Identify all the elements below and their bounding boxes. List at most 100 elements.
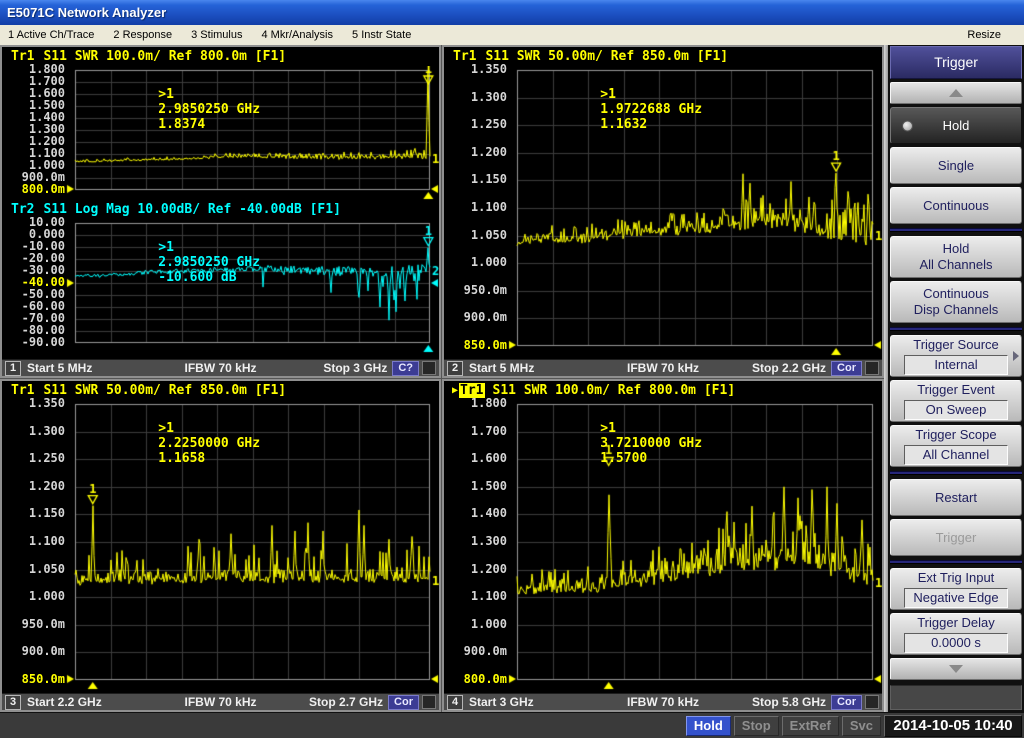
menu-stimulus[interactable]: 3 Stimulus xyxy=(189,28,244,42)
menu-active-ch-trace[interactable]: 1 Active Ch/Trace xyxy=(6,28,96,42)
button-value: Internal xyxy=(904,355,1008,375)
channel-number: 1 xyxy=(5,361,21,376)
instrument-screen: E5071C Network Analyzer 1 Active Ch/Trac… xyxy=(0,0,1024,738)
restart-button[interactable]: Restart xyxy=(890,479,1022,516)
status-box xyxy=(422,361,436,375)
sweep-state-badge: Hold xyxy=(686,716,731,736)
y-axis-tick-label: 1.300 xyxy=(2,425,65,438)
scroll-down-button[interactable] xyxy=(890,658,1022,680)
status-box xyxy=(865,695,879,709)
trace-format-info: S11 SWR 50.00m/ Ref 850.0m [F1] xyxy=(485,49,728,64)
marker-id: >1 xyxy=(158,421,174,436)
hold-all-channels-button[interactable]: Hold All Channels xyxy=(890,236,1022,278)
trigger-source-button[interactable]: Trigger Source Internal xyxy=(890,335,1022,377)
button-label: All Channels xyxy=(920,257,993,273)
softkey-separator xyxy=(890,471,1022,475)
menu-instr-state[interactable]: 5 Instr State xyxy=(350,28,413,42)
y-axis-tick-label: 850.0m xyxy=(444,339,507,352)
button-label: Disp Channels xyxy=(914,302,999,318)
channel-2-status-bar: 2 Start 5 MHz IFBW 70 kHz Stop 2.2 GHz C… xyxy=(444,359,882,376)
ifbw-value: IFBW 70 kHz xyxy=(184,361,256,375)
single-button[interactable]: Single xyxy=(890,147,1022,184)
marker-value: 1.5700 xyxy=(600,451,647,466)
y-axis-tick-label: 1.200 xyxy=(444,563,507,576)
button-value: On Sweep xyxy=(904,400,1008,420)
channel-1-status-bar: 1 Start 5 MHz IFBW 70 kHz Stop 3 GHz C? xyxy=(2,359,439,376)
sweep-start: Start 5 MHz xyxy=(469,361,534,375)
datetime-display: 2014-10-05 10:40 xyxy=(884,715,1022,737)
trigger-delay-button[interactable]: Trigger Delay 0.0000 s xyxy=(890,613,1022,655)
menu-resize[interactable]: Resize xyxy=(965,28,1003,42)
status-box xyxy=(865,361,879,375)
menu-response[interactable]: 2 Response xyxy=(111,28,174,42)
y-axis-tick-label: 950.0m xyxy=(444,284,507,297)
button-label: Trigger xyxy=(936,530,977,546)
active-trace-arrow-icon: ▶ xyxy=(452,385,458,396)
trigger-button[interactable]: Trigger xyxy=(890,519,1022,556)
button-label: Continuous xyxy=(923,198,989,214)
marker-value: -10.600 dB xyxy=(158,270,236,285)
marker-id: >1 xyxy=(600,421,616,436)
channel-4-window: ▶ Tr1 S11 SWR 100.0m/ Ref 800.0m [F1] >1… xyxy=(442,379,884,712)
y-axis-tick-label: 1.200 xyxy=(2,480,65,493)
softkey-menu-title: Trigger xyxy=(890,46,1022,79)
channel-4-status-bar: 4 Start 3 GHz IFBW 70 kHz Stop 5.8 GHz C… xyxy=(444,693,882,710)
y-axis-tick-label: 1.150 xyxy=(2,507,65,520)
sweep-start: Start 3 GHz xyxy=(469,695,534,709)
hold-button[interactable]: Hold xyxy=(890,107,1022,144)
marker-readout-ch3-tr1: >1 2.2250000 GHz 1.1658 xyxy=(80,406,274,481)
trace-format-info: S11 SWR 100.0m/ Ref 800.0m [F1] xyxy=(43,49,286,64)
button-label: Continuous xyxy=(923,286,989,302)
softkey-separator xyxy=(890,327,1022,331)
y-axis-tick-label: 1.350 xyxy=(2,397,65,410)
window-title-bar: E5071C Network Analyzer xyxy=(0,0,1024,25)
y-axis-tick-label: 1.300 xyxy=(444,535,507,548)
triangle-down-icon xyxy=(949,665,963,673)
marker-readout-ch1-tr1: >1 2.9850250 GHz 1.8374 xyxy=(80,72,274,147)
button-label: Trigger Source xyxy=(913,337,999,353)
y-axis-tick-label: 900.0m xyxy=(444,645,507,658)
y-axis-tick-label: 950.0m xyxy=(2,618,65,631)
y-axis-tick-label: 1.400 xyxy=(444,507,507,520)
trigger-event-button[interactable]: Trigger Event On Sweep xyxy=(890,380,1022,422)
plot-area-ch3-tr1: >1 2.2250000 GHz 1.1658 1.3501.3001.2501… xyxy=(2,400,439,690)
trigger-scope-button[interactable]: Trigger Scope All Channel xyxy=(890,425,1022,467)
channel-2-window: Tr1 S11 SWR 50.00m/ Ref 850.0m [F1] >1 1… xyxy=(442,45,884,378)
marker-readout-ch1-tr2: >1 2.9850250 GHz -10.600 dB xyxy=(80,225,274,300)
button-label: Trigger Delay xyxy=(917,615,995,631)
y-axis-tick-label: 1.000 xyxy=(444,256,507,269)
menu-mkr-analysis[interactable]: 4 Mkr/Analysis xyxy=(259,28,335,42)
marker-frequency: 2.9850250 GHz xyxy=(158,255,260,270)
trace-title-ch3-tr1: Tr1 S11 SWR 50.00m/ Ref 850.0m [F1] xyxy=(2,381,439,400)
button-value: All Channel xyxy=(904,445,1008,465)
marker-readout-ch2-tr1: >1 1.9722688 GHz 1.1632 xyxy=(522,72,716,147)
plot-area-ch1-tr2: >1 2.9850250 GHz -10.600 dB 10.000.000-1… xyxy=(2,219,439,353)
y-axis-tick-label: 1.250 xyxy=(444,118,507,131)
button-value: 0.0000 s xyxy=(904,633,1008,653)
softkey-separator xyxy=(890,560,1022,564)
marker-frequency: 2.2250000 GHz xyxy=(158,436,260,451)
marker-value: 1.1632 xyxy=(600,117,647,132)
continuous-disp-channels-button[interactable]: Continuous Disp Channels xyxy=(890,281,1022,323)
cal-status-badge: Cor xyxy=(831,361,862,376)
ext-trig-input-button[interactable]: Ext Trig Input Negative Edge xyxy=(890,568,1022,610)
radio-dot-icon xyxy=(902,120,913,131)
trace-format-info: S11 SWR 50.00m/ Ref 850.0m [F1] xyxy=(43,383,286,398)
marker-id: >1 xyxy=(158,240,174,255)
marker-frequency: 3.7210000 GHz xyxy=(600,436,702,451)
trace-title-ch2-tr1: Tr1 S11 SWR 50.00m/ Ref 850.0m [F1] xyxy=(444,47,882,66)
continuous-button[interactable]: Continuous xyxy=(890,187,1022,224)
ifbw-value: IFBW 70 kHz xyxy=(627,695,699,709)
y-axis-tick-label: 1.800 xyxy=(444,397,507,410)
y-axis-tick-label: 800.0m xyxy=(444,673,507,686)
sweep-start: Start 2.2 GHz xyxy=(27,695,102,709)
cal-status-badge: Cor xyxy=(831,695,862,710)
y-axis-tick-label: 1.100 xyxy=(2,535,65,548)
plot-area-ch4-tr1: >1 3.7210000 GHz 1.5700 1.8001.7001.6001… xyxy=(444,400,882,690)
submenu-arrow-icon xyxy=(1013,351,1019,361)
sweep-start: Start 5 MHz xyxy=(27,361,92,375)
channel-1-window: Tr1 S11 SWR 100.0m/ Ref 800.0m [F1] >1 2… xyxy=(0,45,441,378)
channel-3-status-bar: 3 Start 2.2 GHz IFBW 70 kHz Stop 2.7 GHz… xyxy=(2,693,439,710)
scroll-up-button[interactable] xyxy=(890,82,1022,104)
marker-value: 1.8374 xyxy=(158,117,205,132)
